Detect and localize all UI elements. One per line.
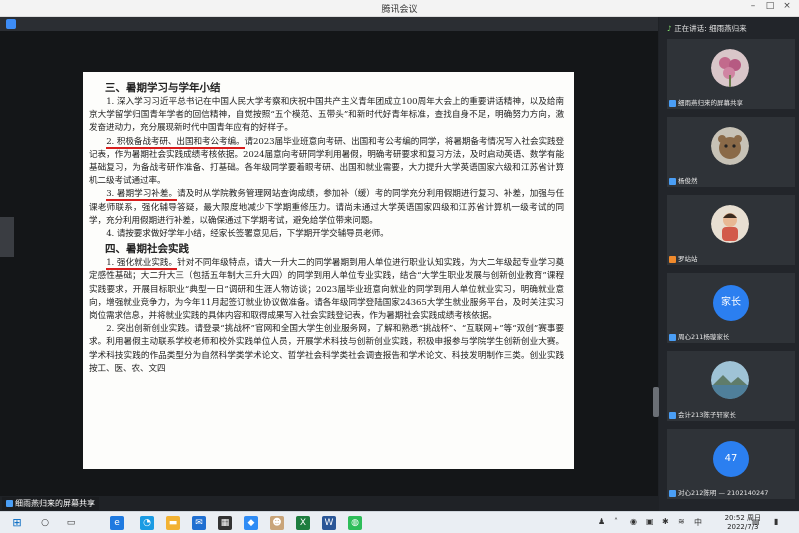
tray-app-icon[interactable]: ◉ [630, 517, 637, 526]
doc-paragraph-4: 4. 请按要求做好学年小结，经家长签署意见后，下学期开学交辅导员老师。 [106, 229, 389, 240]
screen-share-label: 细雨燕归来的屏幕共享 [2, 497, 99, 510]
participant-name: 细雨燕归来的屏幕共享 [669, 97, 743, 107]
minimize-button[interactable]: – [746, 1, 760, 11]
flower-avatar-icon [711, 49, 749, 87]
user-icon [669, 333, 676, 341]
screen-share-icon [669, 99, 676, 107]
search-icon[interactable]: ○ [38, 516, 52, 530]
close-button[interactable]: × [780, 1, 794, 11]
mail-icon[interactable]: ✉ [192, 516, 206, 530]
tray-chevron-up-icon[interactable]: ˄ [614, 517, 618, 526]
user-icon [669, 411, 676, 419]
participants-panel: ♪ 正在讲话: 细雨燕归来 细雨燕归来的屏幕共享 杨俊然 罗站站 家长 周心21… [659, 17, 799, 511]
participant-tile[interactable]: 杨俊然 [667, 117, 795, 187]
excel-icon[interactable]: X [296, 516, 310, 530]
doc-paragraph-3: 3. 暑期学习补差。请及时从学院教务管理网站查询成绩，参加补（缓）考的同学充分利… [89, 189, 564, 226]
underlined-heading: 3. 暑期学习补差。 [106, 189, 178, 202]
doc-paragraph-2: 2. 积极备战考研、出国和考公考编。请2023届毕业班意向考研、出国和考公考编的… [89, 136, 564, 187]
text-avatar: 家长 [713, 285, 749, 321]
participant-tile[interactable]: 细雨燕归来的屏幕共享 [667, 39, 795, 109]
doc-paragraph-6: 2. 突出创新创业实践。请登录“挑战杯”官网和全国大学生创业服务网，了解和熟悉“… [89, 324, 564, 374]
ime-indicator[interactable]: 中 [694, 517, 702, 528]
user-icon [669, 255, 676, 263]
shared-screen-toolbar [0, 17, 658, 31]
edge-icon[interactable]: ◔ [140, 516, 154, 530]
text-avatar: 47 [713, 441, 749, 477]
speaking-indicator: ♪ 正在讲话: 细雨燕归来 [667, 24, 747, 33]
notification-icon[interactable]: ▤ [752, 517, 760, 526]
avatar-app-icon[interactable]: ☻ [270, 516, 284, 530]
tray-user-icon[interactable]: ♟ [598, 517, 605, 526]
file-explorer-icon[interactable]: ▬ [166, 516, 180, 530]
participant-name: 周心211杨璇家长 [669, 331, 729, 341]
tray-bluetooth-icon[interactable]: ✱ [662, 517, 669, 526]
participant-name: 罗站站 [669, 253, 698, 263]
tray-network-icon[interactable]: ▣ [646, 517, 654, 526]
window-title: 腾讯会议 [381, 5, 418, 15]
show-desktop-icon[interactable]: ▮ [774, 517, 778, 526]
landscape-avatar-icon [711, 361, 749, 399]
edge-browser-icon[interactable]: e [110, 516, 124, 530]
participant-name: 对心212陈明 — 2102140247 [669, 487, 768, 497]
underlined-heading: 1. 强化就业实践。 [106, 258, 178, 271]
participant-name: 杨俊然 [669, 175, 698, 185]
task-view-icon[interactable]: ▭ [64, 516, 78, 530]
tencent-meeting-icon[interactable]: ◆ [244, 516, 258, 530]
windows-start-icon[interactable]: ⊞ [10, 516, 24, 530]
maximize-button[interactable]: □ [763, 1, 777, 11]
underlined-heading: 2. 积极备战考研、出国和考公考编。 [106, 136, 245, 149]
participant-tile[interactable]: 47 对心212陈明 — 2102140247 [667, 429, 795, 499]
shared-document: 三、暑期学习与学年小结 1. 深入学习习近平总书记在中国人民大学考察和庆祝中国共… [83, 72, 574, 469]
shared-screen-area: 三、暑期学习与学年小结 1. 深入学习习近平总书记在中国人民大学考察和庆祝中国共… [0, 17, 659, 496]
store-icon[interactable]: ▦ [218, 516, 232, 530]
word-icon[interactable]: W [322, 516, 336, 530]
section-heading-3: 三、暑期学习与学年小结 [105, 82, 221, 94]
tray-wifi-icon[interactable]: ≋ [678, 517, 685, 526]
participant-tile[interactable]: 会计213陈子轩家长 [667, 351, 795, 421]
side-handle[interactable] [0, 217, 14, 257]
doc-paragraph-1: 1. 深入学习习近平总书记在中国人民大学考察和庆祝中国共产主义青年团成立100周… [89, 97, 564, 134]
participant-tile[interactable]: 罗站站 [667, 195, 795, 265]
participant-name: 会计213陈子轩家长 [669, 409, 736, 419]
title-bar: 腾讯会议 – □ × [0, 0, 799, 17]
section-heading-4: 四、暑期社会实践 [105, 243, 189, 256]
user-icon [669, 177, 676, 185]
doc-paragraph-5: 1. 强化就业实践。针对不同年级特点，请大一升大二的同学暑期到用人单位进行职业认… [89, 258, 564, 322]
microphone-icon: ♪ [667, 24, 672, 33]
windows-taskbar: ⊞ ○ ▭ e ◔ ▬ ✉ ▦ ◆ ☻ X W ◍ ♟ ˄ ◉ ▣ ✱ ≋ 中 … [0, 511, 799, 533]
bear-avatar-icon [711, 127, 749, 165]
participant-tile[interactable]: 家长 周心211杨璇家长 [667, 273, 795, 343]
app-logo-icon [6, 19, 16, 29]
user-icon [669, 489, 676, 497]
wechat-icon[interactable]: ◍ [348, 516, 362, 530]
user-icon [6, 500, 13, 507]
child-avatar-icon [711, 205, 749, 243]
